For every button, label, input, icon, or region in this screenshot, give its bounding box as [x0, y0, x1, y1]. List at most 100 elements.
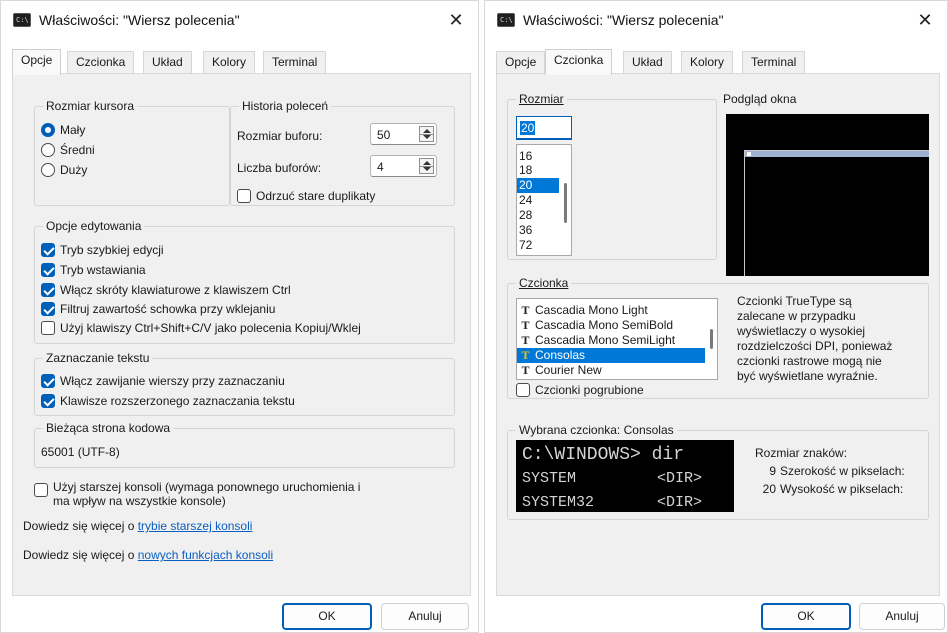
checkbox-label: Odrzuć stare duplikaty — [256, 189, 376, 203]
cursor-size-group: Rozmiar kursora Mały Średni Duży — [34, 99, 230, 206]
title-bar[interactable]: Właściwości: "Wiersz polecenia" ✕ — [485, 1, 947, 41]
codepage-value: 65001 (UTF-8) — [41, 445, 120, 459]
sample-line: SYSTEM32 <DIR> — [522, 494, 703, 511]
filter-paste-checkbox[interactable]: Filtruj zawartość schowka przy wklejaniu — [41, 302, 275, 316]
group-title: Rozmiar kursora — [43, 99, 138, 113]
preview-cursor — [747, 152, 751, 156]
char-size-title: Rozmiar znaków: — [755, 446, 848, 460]
preview-window-frame — [744, 150, 929, 276]
font-option[interactable]: T Cascadia Mono SemiBold — [517, 318, 705, 333]
learn-more-prefix: Dowiedz się więcej o — [23, 519, 138, 533]
size-option[interactable]: 72 — [517, 238, 559, 253]
close-button[interactable]: ✕ — [442, 8, 470, 32]
legacy-mode-link[interactable]: trybie starszej konsoli — [138, 519, 253, 533]
stepper-arrows-icon[interactable] — [419, 158, 434, 174]
font-option-label: Cascadia Mono Light — [535, 303, 648, 317]
cursor-large-radio[interactable]: Duży — [41, 163, 87, 177]
group-title: Wybrana czcionka: Consolas — [516, 423, 677, 437]
cancel-button[interactable]: Anuluj — [859, 603, 945, 630]
tab-terminal[interactable]: Terminal — [742, 51, 806, 74]
tab-colors[interactable]: Kolory — [681, 51, 734, 74]
checkbox-icon — [41, 283, 55, 297]
checkbox-label: Klawisze rozszerzonego zaznaczania tekst… — [60, 394, 295, 408]
discard-duplicates-checkbox[interactable]: Odrzuć stare duplikaty — [237, 189, 375, 203]
tab-font[interactable]: Czcionka — [545, 49, 613, 75]
cancel-button[interactable]: Anuluj — [381, 603, 469, 630]
checkbox-label: Filtruj zawartość schowka przy wklejaniu — [60, 302, 276, 316]
size-input-value: 20 — [520, 121, 536, 135]
legacy-line-1: Użyj starszej konsoli (wymaga ponownego … — [53, 480, 361, 494]
font-list[interactable]: T Cascadia Mono Light T Cascadia Mono Semi… — [516, 298, 718, 380]
sample-line: C:\WINDOWS> dir — [522, 445, 685, 465]
font-option[interactable]: T Cascadia Mono SemiLight — [517, 333, 705, 348]
quick-edit-checkbox[interactable]: Tryb szybkiej edycji — [41, 243, 164, 257]
tab-layout[interactable]: Układ — [143, 51, 192, 74]
line-wrap-selection-checkbox[interactable]: Włącz zawijanie wierszy przy zaznaczaniu — [41, 374, 285, 388]
stepper-arrows-icon[interactable] — [419, 126, 434, 142]
font-option[interactable]: T Cascadia Mono Light — [517, 303, 705, 318]
size-option[interactable]: 24 — [517, 193, 559, 208]
info-line: być wyświetlane wyraźnie. — [737, 369, 878, 383]
radio-label: Mały — [60, 123, 86, 137]
checkbox-label: Użyj klawiszy Ctrl+Shift+C/V jako polece… — [60, 321, 361, 335]
new-features-link[interactable]: nowych funkcjach konsoli — [138, 548, 273, 562]
font-option-label: Consolas — [535, 348, 586, 362]
size-option[interactable]: 16 — [517, 149, 559, 164]
learn-more-legacy: Dowiedz się więcej o trybie starszej kon… — [23, 519, 252, 533]
truetype-icon: T — [521, 363, 530, 377]
size-option[interactable]: 36 — [517, 223, 559, 238]
size-option[interactable]: 28 — [517, 208, 559, 223]
insert-mode-checkbox[interactable]: Tryb wstawiania — [41, 263, 146, 277]
learn-more-prefix: Dowiedz się więcej o — [23, 548, 138, 562]
tab-terminal[interactable]: Terminal — [263, 51, 327, 74]
ok-button[interactable]: OK — [761, 603, 851, 630]
properties-window-font: Właściwości: "Wiersz polecenia" ✕ Opcje … — [484, 0, 948, 633]
window-preview — [726, 114, 929, 276]
tab-options[interactable]: Opcje — [12, 49, 62, 75]
checkbox-label: Użyj starszej konsoli (wymaga ponownego … — [53, 480, 360, 508]
legacy-line-2: ma wpływ na wszystkie konsole) — [53, 494, 226, 508]
size-option[interactable]: 18 — [517, 163, 559, 178]
buffer-size-stepper[interactable]: 50 — [370, 123, 437, 145]
char-height-row: 20 Wysokość w pikselach: — [762, 482, 904, 496]
size-option-selected[interactable]: 20 — [517, 178, 559, 193]
title-bar[interactable]: Właściwości: "Wiersz polecenia" ✕ — [1, 1, 478, 41]
ok-button[interactable]: OK — [282, 603, 372, 630]
info-line: Czcionki TrueType są — [737, 294, 852, 308]
size-list[interactable]: 16 18 20 24 28 36 72 — [516, 144, 572, 256]
options-panel: Rozmiar kursora Mały Średni Duży Histori… — [12, 73, 471, 596]
checkbox-icon — [41, 302, 55, 316]
char-width-value: 9 — [769, 464, 776, 478]
extended-selection-keys-checkbox[interactable]: Klawisze rozszerzonego zaznaczania tekst… — [41, 394, 295, 408]
bold-fonts-checkbox[interactable]: Czcionki pogrubione — [516, 383, 644, 397]
font-group: Czcionka T Cascadia Mono Light T Cascadia … — [507, 276, 929, 399]
cursor-medium-radio[interactable]: Średni — [41, 143, 95, 157]
size-input[interactable]: 20 — [516, 116, 572, 140]
radio-label: Duży — [60, 163, 88, 177]
buffer-count-stepper[interactable]: 4 — [370, 155, 437, 177]
checkbox-label: Tryb wstawiania — [60, 263, 146, 277]
truetype-icon: T — [521, 333, 530, 347]
size-scrollbar-thumb[interactable] — [564, 183, 567, 223]
group-title: Zaznaczanie tekstu — [43, 351, 153, 365]
tab-colors[interactable]: Kolory — [203, 51, 256, 74]
ctrl-shortcuts-checkbox[interactable]: Włącz skróty klawiaturowe z klawiszem Ct… — [41, 283, 291, 297]
command-history-group: Historia poleceń Rozmiar buforu: 50 Licz… — [230, 99, 455, 206]
font-option-label: Cascadia Mono SemiLight — [535, 333, 676, 347]
cursor-small-radio[interactable]: Mały — [41, 123, 85, 137]
font-option-label: Cascadia Mono SemiBold — [535, 318, 674, 332]
tab-options[interactable]: Opcje — [496, 51, 546, 74]
codepage-group: Bieżąca strona kodowa 65001 (UTF-8) — [34, 421, 455, 468]
close-button[interactable]: ✕ — [911, 8, 939, 32]
font-scrollbar-thumb[interactable] — [710, 329, 713, 349]
tab-layout[interactable]: Układ — [623, 51, 672, 74]
font-option[interactable]: T Courier New — [517, 363, 705, 378]
legacy-console-checkbox[interactable]: Użyj starszej konsoli (wymaga ponownego … — [34, 480, 360, 508]
console-app-icon — [13, 13, 31, 27]
info-line: czcionki rastrowe mogą nie — [737, 354, 882, 368]
checkbox-label: Włącz zawijanie wierszy przy zaznaczaniu — [60, 374, 285, 388]
checkbox-icon — [34, 483, 48, 497]
tab-font[interactable]: Czcionka — [67, 51, 135, 74]
font-option-selected[interactable]: T Consolas — [517, 348, 705, 363]
ctrl-shift-copy-paste-checkbox[interactable]: Użyj klawiszy Ctrl+Shift+C/V jako polece… — [41, 321, 361, 335]
